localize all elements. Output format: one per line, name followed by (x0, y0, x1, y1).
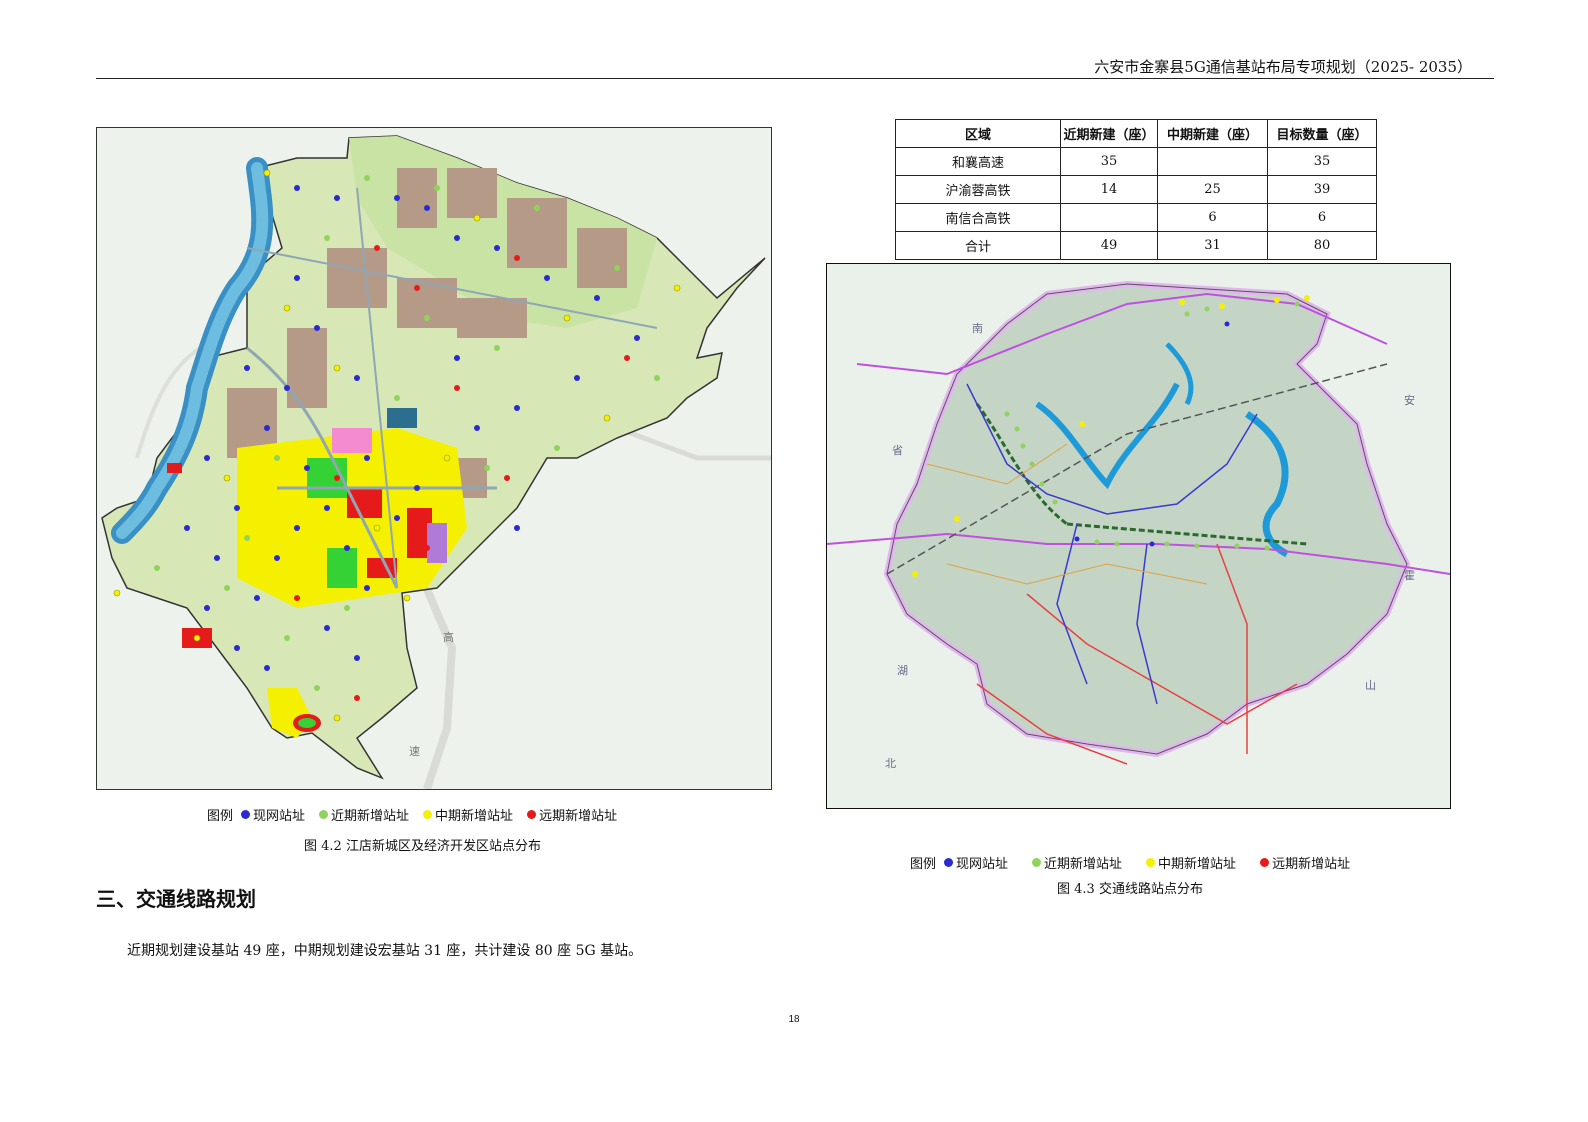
legend-title: 图例 (910, 857, 937, 872)
figure-4-3-caption: 图 4.3 交通线路站点分布 (1057, 882, 1203, 897)
legend-item-near-term: 近期新增站址 (1032, 853, 1122, 872)
station-count-table: 区域 近期新建（座） 中期新建（座） 目标数量（座） 和襄高速 35 35 沪渝… (895, 119, 1377, 260)
table-cell: 和襄高速 (895, 147, 1061, 176)
table-cell: 14 (1060, 175, 1158, 204)
legend-item-current: 现网站址 (241, 805, 305, 824)
figure-4-2-legend: 图例 现网站址 近期新增站址 中期新增站址 远期新增站址 (207, 805, 631, 824)
table-row: 和襄高速 35 35 (895, 147, 1377, 176)
table-header-cell: 区域 (895, 119, 1061, 148)
legend-item-mid-term: 中期新增站址 (423, 805, 513, 824)
map-jiangdian-district: 高 速 (96, 127, 772, 790)
map-label-shan: 山 (1365, 679, 1376, 692)
table-cell: 31 (1157, 231, 1268, 260)
legend-item-long-term: 远期新增站址 (527, 805, 617, 824)
table-cell: 49 (1060, 231, 1158, 260)
table-cell: 80 (1267, 231, 1377, 260)
figure-4-2-caption: 图 4.2 江店新城区及经济开发区站点分布 (304, 839, 541, 854)
table-row: 合计 49 31 80 (895, 231, 1377, 260)
table-row: 南信合高铁 6 6 (895, 203, 1377, 232)
map-label-nan: 南 (972, 322, 983, 335)
legend-dot-long-term (527, 810, 537, 819)
table-header-row: 区域 近期新建（座） 中期新建（座） 目标数量（座） (895, 119, 1377, 148)
table-cell: 沪渝蓉高铁 (895, 175, 1061, 204)
map-jiangdian-svg: 高 速 (97, 128, 771, 789)
table-cell: 南信合高铁 (895, 203, 1061, 232)
legend-dot-mid-term (423, 810, 433, 819)
section-heading: 三、交通线路规划 (96, 887, 256, 911)
legend-item-near-term: 近期新增站址 (319, 805, 409, 824)
map-transport-svg: 南 省 安 霍 山 湖 北 (827, 264, 1450, 808)
map-road-label-gao: 高 (443, 630, 454, 644)
map-road-label-su: 速 (409, 745, 420, 758)
table-cell: 25 (1157, 175, 1268, 204)
legend-item-mid-term: 中期新增站址 (1146, 853, 1236, 872)
legend-dot-current (944, 858, 954, 867)
map-label-huo: 霍 (1404, 569, 1415, 582)
table-cell: 6 (1267, 203, 1377, 232)
map-label-sheng: 省 (892, 444, 903, 457)
legend-dot-long-term (1260, 858, 1270, 867)
figure-4-3-legend: 图例 现网站址 近期新增站址 中期新增站址 远期新增站址 (910, 853, 1374, 872)
table-row: 沪渝蓉高铁 14 25 39 (895, 175, 1377, 204)
table-cell: 39 (1267, 175, 1377, 204)
legend-dot-near-term (1032, 858, 1042, 867)
map-label-bei: 北 (885, 757, 896, 770)
map-label-hu: 湖 (897, 664, 908, 677)
table-cell (1157, 147, 1268, 176)
table-cell: 6 (1157, 203, 1268, 232)
table-cell: 35 (1060, 147, 1158, 176)
legend-dot-current (241, 810, 251, 819)
page-number: 18 (788, 1014, 800, 1025)
table-cell (1060, 203, 1158, 232)
table-header-cell: 中期新建（座） (1157, 119, 1268, 148)
legend-title: 图例 (207, 809, 234, 824)
header-title: 六安市金寨县5G通信基站布局专项规划（2025- 2035） (1094, 58, 1472, 76)
legend-item-long-term: 远期新增站址 (1260, 853, 1350, 872)
body-paragraph: 近期规划建设基站 49 座，中期规划建设宏基站 31 座，共计建设 80 座 5… (127, 943, 643, 959)
table-cell: 35 (1267, 147, 1377, 176)
header-rule (96, 78, 1494, 79)
legend-item-current: 现网站址 (944, 853, 1008, 872)
map-label-an: 安 (1404, 393, 1415, 407)
legend-dot-mid-term (1146, 858, 1156, 867)
table-cell: 合计 (895, 231, 1061, 260)
table-header-cell: 目标数量（座） (1267, 119, 1377, 148)
map-transport-lines: 南 省 安 霍 山 湖 北 (826, 263, 1451, 809)
table-header-cell: 近期新建（座） (1060, 119, 1158, 148)
legend-dot-near-term (319, 810, 329, 819)
